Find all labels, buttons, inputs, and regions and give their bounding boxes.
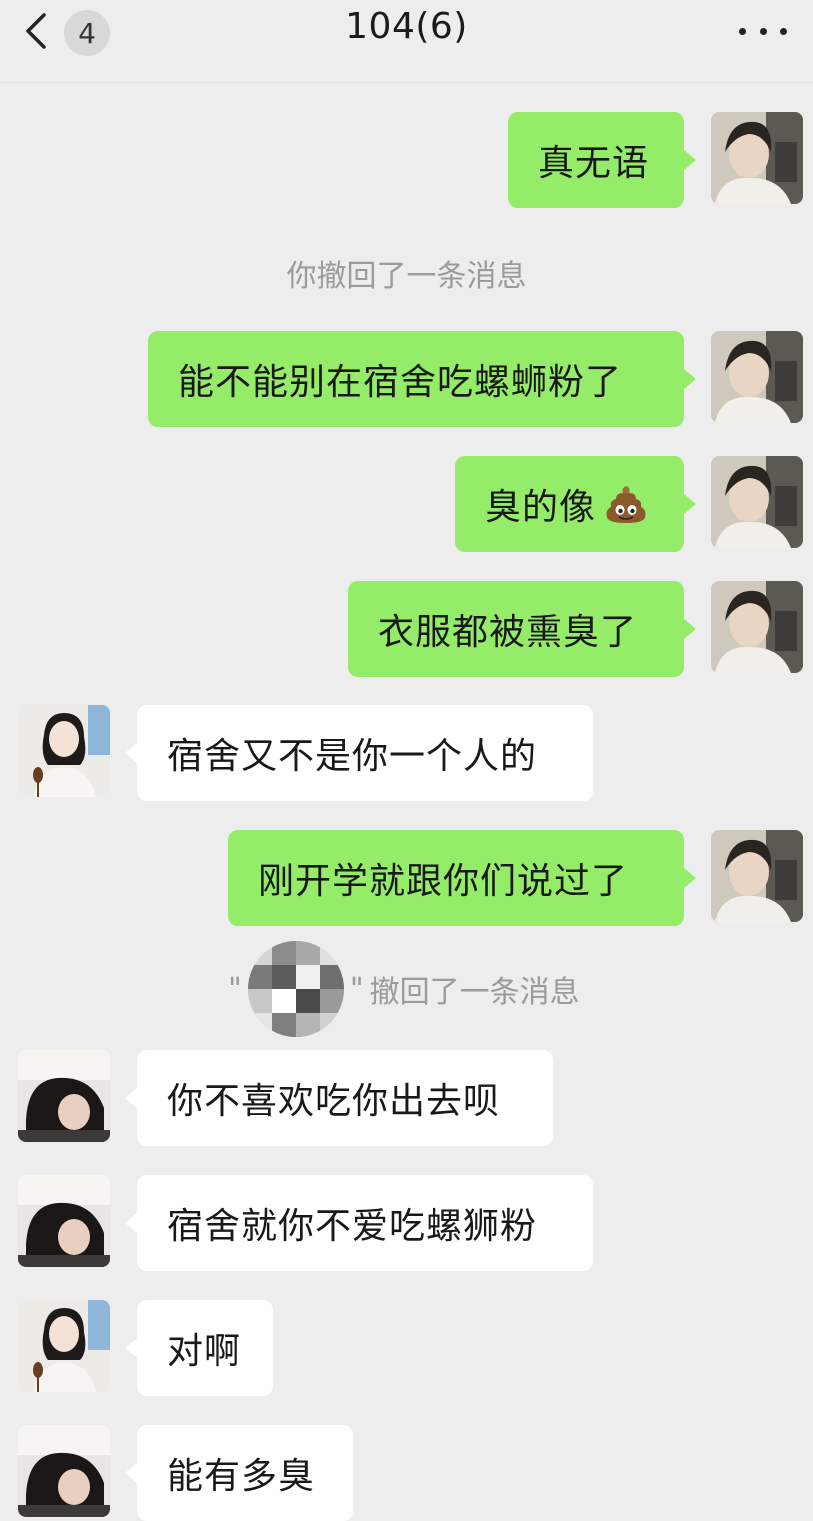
avatar-photo (711, 581, 803, 673)
message-bubble[interactable]: 衣服都被熏臭了 (348, 581, 684, 677)
message-text: 宿舍就你不爱吃螺狮粉 (167, 1206, 538, 1247)
avatar-self[interactable] (711, 456, 803, 548)
bubble-tail (684, 494, 696, 514)
chat-header: 4 104(6) (0, 0, 813, 83)
avatar-photo (711, 456, 803, 548)
avatar-photo (18, 1425, 110, 1517)
bubble-tail (684, 619, 696, 639)
message-text: 能不能别在宿舍吃螺蛳粉了 (178, 362, 623, 403)
bubble-tail (125, 1088, 137, 1108)
bubble-tail (684, 868, 696, 888)
message-text: 能有多臭 (167, 1456, 316, 1497)
avatar-photo (18, 1300, 110, 1392)
more-options-button[interactable] (739, 16, 787, 46)
message-bubble[interactable]: 宿舍就你不爱吃螺狮粉 (137, 1175, 593, 1271)
message-list[interactable]: 真无语 你撤回了一条消息 能不能别在宿舍吃螺蛳粉了 臭的像 衣服都被熏臭了 宿舍… (0, 83, 813, 1521)
message-bubble[interactable]: 真无语 (508, 112, 684, 208)
avatar-other[interactable] (18, 1050, 110, 1142)
system-recall-note-other: " " 撤回了一条消息 (228, 941, 580, 1037)
avatar-other[interactable] (18, 1425, 110, 1517)
message-text: 你不喜欢吃你出去呗 (167, 1081, 501, 1122)
message-text: 衣服都被熏臭了 (378, 612, 638, 653)
bubble-tail (684, 150, 696, 170)
bubble-tail (125, 1213, 137, 1233)
avatar-self[interactable] (711, 581, 803, 673)
bubble-tail (125, 1463, 137, 1483)
message-bubble[interactable]: 你不喜欢吃你出去呗 (137, 1050, 553, 1146)
bubble-tail (684, 369, 696, 389)
avatar-photo (18, 1050, 110, 1142)
poop-icon (606, 486, 646, 523)
message-bubble[interactable]: 对啊 (137, 1300, 273, 1396)
dot-icon (759, 27, 767, 35)
avatar-other[interactable] (18, 705, 110, 797)
recall-text: 撤回了一条消息 (369, 975, 580, 1010)
avatar-self[interactable] (711, 112, 803, 204)
bubble-tail (125, 743, 137, 763)
avatar-other[interactable] (18, 1175, 110, 1267)
message-bubble[interactable]: 刚开学就跟你们说过了 (228, 830, 684, 926)
avatar-photo (711, 112, 803, 204)
avatar-photo (711, 830, 803, 922)
chat-title: 104(6) (345, 6, 468, 47)
avatar-photo (18, 705, 110, 797)
message-text: 对啊 (167, 1331, 242, 1372)
avatar-other[interactable] (18, 1300, 110, 1392)
message-bubble[interactable]: 宿舍又不是你一个人的 (137, 705, 593, 801)
avatar-self[interactable] (711, 830, 803, 922)
message-text: 刚开学就跟你们说过了 (258, 861, 629, 902)
message-bubble[interactable]: 臭的像 (455, 456, 684, 552)
avatar-self[interactable] (711, 331, 803, 423)
dot-icon (739, 27, 746, 35)
avatar-photo (18, 1175, 110, 1267)
system-recall-note: 你撤回了一条消息 (286, 259, 527, 294)
message-text: 宿舍又不是你一个人的 (167, 736, 538, 777)
bubble-tail (125, 1338, 137, 1358)
mosaic-avatar (247, 941, 344, 1037)
message-text: 臭的像 (485, 487, 597, 528)
message-bubble[interactable]: 能有多臭 (137, 1425, 353, 1521)
message-text: 真无语 (538, 143, 650, 184)
quote-open: " (228, 971, 242, 1007)
dot-icon (780, 27, 787, 35)
avatar-photo (711, 331, 803, 423)
message-bubble[interactable]: 能不能别在宿舍吃螺蛳粉了 (148, 331, 684, 427)
quote-close: " (349, 971, 364, 1007)
